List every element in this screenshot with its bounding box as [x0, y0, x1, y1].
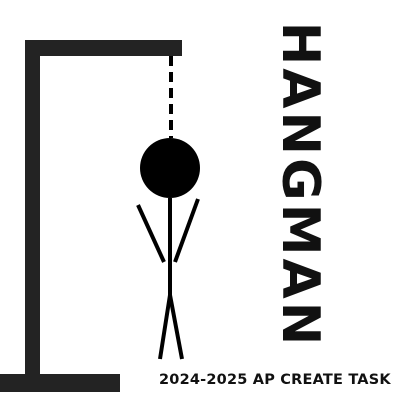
gallows-beam: [25, 40, 182, 56]
figure-left-arm: [136, 204, 166, 263]
figure-head: [140, 138, 200, 198]
gallows-base: [0, 374, 120, 392]
figure-right-arm: [173, 198, 200, 263]
figure-right-leg: [168, 294, 184, 360]
game-title: HANGMAN: [270, 21, 331, 349]
gallows: [0, 40, 182, 392]
gallows-post: [25, 40, 40, 380]
game-subtitle: 2024-2025 AP CREATE TASK: [159, 372, 391, 388]
title-container: HANGMAN: [225, 0, 375, 370]
hanged-figure: [136, 138, 200, 360]
figure-left-leg: [158, 294, 172, 360]
